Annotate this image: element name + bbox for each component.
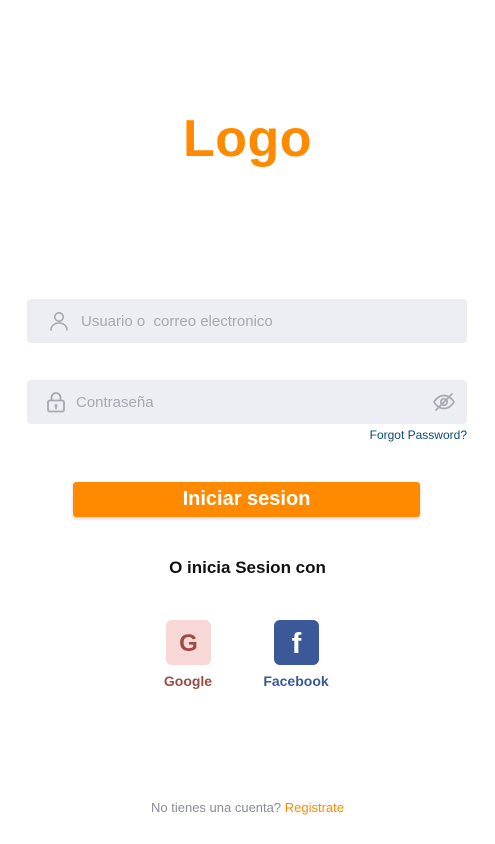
facebook-icon: f bbox=[273, 620, 319, 665]
login-button[interactable]: Iniciar sesion bbox=[73, 482, 420, 517]
password-input[interactable] bbox=[76, 380, 416, 424]
forgot-password-link[interactable]: Forgot Password? bbox=[370, 428, 467, 442]
username-field[interactable] bbox=[27, 299, 467, 343]
user-icon bbox=[47, 309, 71, 333]
google-login-button[interactable]: G Google bbox=[143, 620, 233, 689]
social-login-title: O inicia Sesion con bbox=[169, 558, 326, 577]
signup-prompt-text: No tienes una cuenta? bbox=[151, 800, 282, 815]
username-input[interactable] bbox=[81, 299, 451, 343]
eye-off-icon[interactable] bbox=[432, 390, 456, 414]
lock-icon bbox=[44, 390, 68, 414]
facebook-label: Facebook bbox=[263, 673, 329, 689]
register-link[interactable]: Registrate bbox=[285, 800, 344, 815]
password-field[interactable] bbox=[27, 380, 467, 424]
signup-prompt: No tienes una cuenta? Registrate bbox=[0, 800, 495, 815]
google-icon: G bbox=[165, 620, 211, 665]
logo: Logo bbox=[182, 110, 313, 168]
google-icon-letter: G bbox=[179, 630, 198, 657]
google-label: Google bbox=[163, 673, 213, 689]
facebook-login-button[interactable]: f Facebook bbox=[251, 620, 341, 689]
facebook-icon-letter: f bbox=[291, 628, 301, 660]
